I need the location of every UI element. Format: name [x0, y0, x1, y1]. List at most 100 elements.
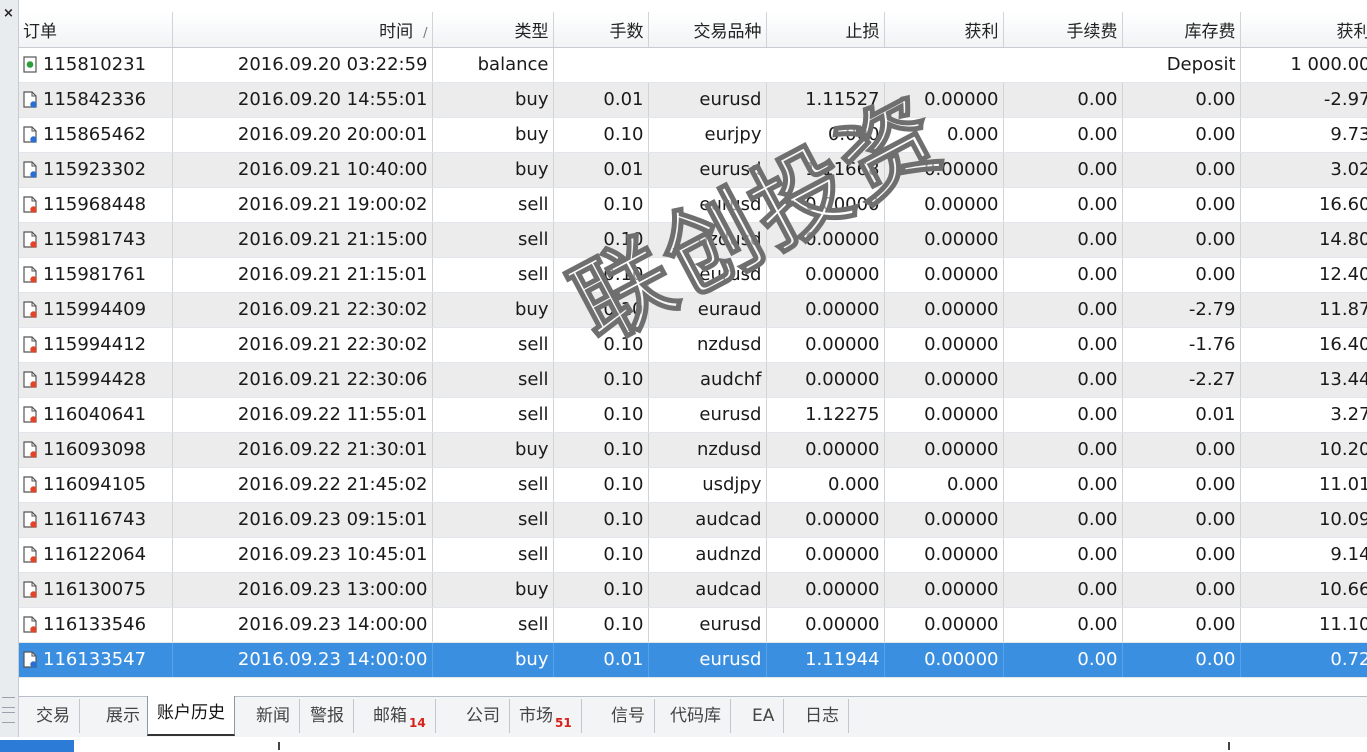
tab-label: 账户历史	[157, 703, 225, 723]
close-icon[interactable]: ×	[3, 6, 14, 21]
tab-0[interactable]: 交易	[27, 699, 80, 733]
table-row[interactable]: 115923302 2016.09.21 10:40:00 buy 0.01 eurus…	[19, 152, 1367, 188]
table-row[interactable]: 116122064 2016.09.23 10:45:01 sell 0.10 audn…	[19, 537, 1367, 573]
symbol-cell: eurusd	[648, 397, 767, 433]
tab-8[interactable]: 信号	[602, 699, 655, 733]
tab-9[interactable]: 代码库	[661, 699, 731, 733]
profit-cell: 16.60	[1240, 187, 1367, 223]
commission-cell: 0.00	[1003, 117, 1123, 153]
time-cell: 2016.09.21 21:15:01	[172, 257, 433, 293]
stop-loss-cell: 0.00000	[766, 432, 885, 468]
table-row[interactable]: 115981743 2016.09.21 21:15:00 sell 0.10 nzdu…	[19, 222, 1367, 258]
column-header-order[interactable]: 订单	[19, 12, 173, 48]
lots-cell: 0.10	[553, 292, 649, 328]
table-row[interactable]: 115994412 2016.09.21 22:30:02 sell 0.10 nzdu…	[19, 327, 1367, 363]
symbol-cell: usdjpy	[648, 467, 767, 503]
sell-order-icon	[23, 546, 37, 563]
column-header-take-profit[interactable]: 获利	[884, 12, 1004, 48]
commission-cell: 0.00	[1003, 607, 1123, 643]
order-cell: 116116743	[19, 502, 173, 538]
tab-label: 交易	[36, 706, 70, 726]
table-row[interactable]: 116133546 2016.09.23 14:00:00 sell 0.10 euru…	[19, 607, 1367, 643]
tab-4[interactable]: 警报	[301, 699, 354, 733]
time-cell: 2016.09.23 14:00:00	[172, 642, 433, 678]
order-number: 115923302	[43, 159, 147, 180]
table-row[interactable]: 116130075 2016.09.23 13:00:00 buy 0.10 audca…	[19, 572, 1367, 608]
profit-cell: 9.73	[1240, 117, 1367, 153]
deposit-icon	[23, 56, 37, 73]
lots-cell: 0.01	[553, 642, 649, 678]
profit-cell: 3.02	[1240, 152, 1367, 188]
column-header-stop-loss[interactable]: 止损	[766, 12, 885, 48]
table-row[interactable]: 116094105 2016.09.22 21:45:02 sell 0.10 usdj…	[19, 467, 1367, 503]
type-cell: sell	[432, 537, 554, 573]
column-header-profit[interactable]: 获利	[1240, 12, 1367, 48]
order-cell: 116133546	[19, 607, 173, 643]
commission-cell: 0.00	[1003, 292, 1123, 328]
take-profit-cell: 0.00000	[884, 537, 1004, 573]
tab-6[interactable]: 公司	[457, 699, 510, 733]
commission-cell: 0.00	[1003, 152, 1123, 188]
profit-cell: 11.87	[1240, 292, 1367, 328]
table-row[interactable]: 115994428 2016.09.21 22:30:06 sell 0.10 audc…	[19, 362, 1367, 398]
take-profit-cell: 0.00000	[884, 642, 1004, 678]
table-row[interactable]: 116093098 2016.09.22 21:30:01 buy 0.10 nzdus…	[19, 432, 1367, 468]
time-cell: 2016.09.23 14:00:00	[172, 607, 433, 643]
tab-label: 邮箱	[373, 706, 407, 726]
tab-10[interactable]: EA	[743, 699, 785, 733]
order-cell: 116130075	[19, 572, 173, 608]
swap-cell: -1.76	[1122, 327, 1241, 363]
order-number: 115994409	[43, 299, 147, 320]
type-cell: buy	[432, 152, 554, 188]
type-cell: sell	[432, 257, 554, 293]
table-row[interactable]: 115810231 2016.09.20 03:22:59 balance Depos…	[19, 47, 1367, 83]
stop-loss-cell: 0.00000	[766, 257, 885, 293]
tab-3[interactable]: 新闻	[247, 699, 300, 733]
tab-1[interactable]: 展示	[97, 699, 150, 733]
swap-cell: -2.27	[1122, 362, 1241, 398]
tab-7[interactable]: 市场 51	[510, 699, 582, 733]
tab-11[interactable]: 日志	[796, 699, 849, 733]
commission-cell: 0.00	[1003, 467, 1123, 503]
type-cell: sell	[432, 327, 554, 363]
table-row[interactable]: 116133547 2016.09.23 14:00:00 buy 0.01 eurus…	[19, 642, 1367, 678]
tab-label: 信号	[611, 706, 645, 726]
sell-order-icon	[23, 336, 37, 353]
take-profit-cell: 0.00000	[884, 222, 1004, 258]
column-header-swap[interactable]: 库存费	[1122, 12, 1241, 48]
stop-loss-cell: 0.00000	[766, 187, 885, 223]
profit-cell: -2.97	[1240, 82, 1367, 118]
take-profit-cell: 0.00000	[884, 572, 1004, 608]
table-row[interactable]: 115968448 2016.09.21 19:00:02 sell 0.10 euru…	[19, 187, 1367, 223]
profit-cell: 3.27	[1240, 397, 1367, 433]
order-number: 115981761	[43, 264, 147, 285]
order-cell: 115994428	[19, 362, 173, 398]
profit-cell: 14.80	[1240, 222, 1367, 258]
lots-cell: 0.10	[553, 257, 649, 293]
time-cell: 2016.09.21 22:30:06	[172, 362, 433, 398]
take-profit-cell: 0.00000	[884, 607, 1004, 643]
order-cell: 115994409	[19, 292, 173, 328]
column-header-commission[interactable]: 手续费	[1003, 12, 1123, 48]
type-cell: sell	[432, 397, 554, 433]
table-row[interactable]: 116040641 2016.09.22 11:55:01 sell 0.10 euru…	[19, 397, 1367, 433]
swap-cell: -2.79	[1122, 292, 1241, 328]
order-number: 115865462	[43, 124, 147, 145]
tab-5[interactable]: 邮箱 14	[364, 699, 436, 733]
tab-2[interactable]: 账户历史	[147, 696, 235, 736]
column-header-type[interactable]: 类型	[432, 12, 554, 48]
sell-order-icon	[23, 406, 37, 423]
time-cell: 2016.09.21 19:00:02	[172, 187, 433, 223]
table-row[interactable]: 116116743 2016.09.23 09:15:01 sell 0.10 audc…	[19, 502, 1367, 538]
table-row[interactable]: 115981761 2016.09.21 21:15:01 sell 0.10 euru…	[19, 257, 1367, 293]
order-cell: 115981761	[19, 257, 173, 293]
column-header-symbol[interactable]: 交易品种	[648, 12, 767, 48]
column-header-time[interactable]: 时间 /	[172, 12, 433, 48]
table-row[interactable]: 115842336 2016.09.20 14:55:01 buy 0.01 eurus…	[19, 82, 1367, 118]
stop-loss-cell: 1.11944	[766, 642, 885, 678]
table-row[interactable]: 115865462 2016.09.20 20:00:01 buy 0.10 eurjp…	[19, 117, 1367, 153]
column-header-lots[interactable]: 手数	[553, 12, 649, 48]
profit-cell: 10.66	[1240, 572, 1367, 608]
take-profit-cell: 0.00000	[884, 432, 1004, 468]
table-row[interactable]: 115994409 2016.09.21 22:30:02 buy 0.10 eurau…	[19, 292, 1367, 328]
